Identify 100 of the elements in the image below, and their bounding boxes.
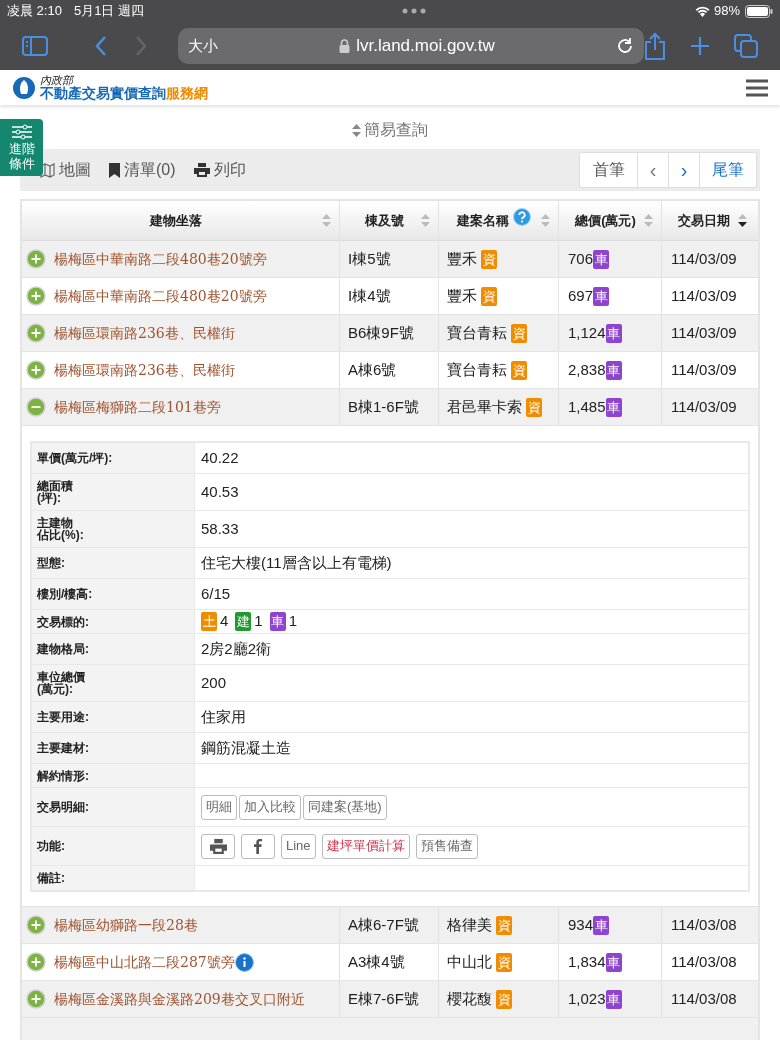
table-cell-text: 706 xyxy=(568,248,594,269)
detail-label: (萬元): xyxy=(37,683,73,695)
column-header[interactable]: 棟及號 xyxy=(365,210,404,231)
table-cell-text: 934 xyxy=(568,914,594,935)
forward-icon[interactable] xyxy=(133,35,148,57)
battery-percent: 98% xyxy=(713,2,740,21)
address-link[interactable]: 楊梅區金溪路與金溪路209巷交叉口附近 xyxy=(54,988,305,1010)
address-link[interactable]: 楊梅區環南路236巷、民權街 xyxy=(54,322,235,344)
address-link[interactable]: 楊梅區中華南路二段480巷20號旁 xyxy=(54,248,267,270)
expand-icon[interactable] xyxy=(26,915,46,935)
table-cell-text: 豐禾 xyxy=(447,285,477,306)
action-button[interactable]: Line xyxy=(281,833,316,859)
detail-value: 住宅大樓(11層含以上有電梯) xyxy=(201,552,392,573)
table-cell-text: 格律美 xyxy=(447,914,492,935)
detail-label: 主要建材: xyxy=(37,742,89,754)
detail-label: 佔比(%): xyxy=(37,529,84,541)
tag-count: 1 xyxy=(254,611,263,632)
address-link[interactable]: 楊梅區中山北路二段287號旁 xyxy=(54,951,235,973)
detail-label: 交易標的: xyxy=(37,615,89,628)
detail-label: 主要用途: xyxy=(37,711,89,723)
info-icon[interactable] xyxy=(234,952,254,972)
badge: 資 xyxy=(511,323,527,343)
detail-value: 58.33 xyxy=(201,518,239,539)
table-cell-text: 櫻花馥 xyxy=(447,988,492,1009)
status-date: 5月1日 週四 xyxy=(73,2,144,21)
sidebar-icon[interactable] xyxy=(22,36,48,56)
column-header[interactable]: 建物坐落 xyxy=(150,210,202,231)
badge: 資 xyxy=(496,952,512,972)
plus-icon[interactable] xyxy=(690,36,711,56)
address-bar[interactable]: 大小 lvr.land.moi.gov.tw xyxy=(177,28,645,64)
advanced-filter-tab[interactable]: 進階條件 xyxy=(0,119,43,176)
reload-icon[interactable] xyxy=(616,37,635,55)
detail-label: 樓別/樓高: xyxy=(37,588,93,600)
detail-label: 主建物 xyxy=(37,517,74,529)
action-button[interactable]: 預售備查 xyxy=(415,833,478,859)
tag-count: 1 xyxy=(288,611,298,632)
badge: 車 xyxy=(605,323,622,343)
table-cell-text: 114/03/09 xyxy=(671,396,737,417)
share-icon[interactable] xyxy=(644,32,667,60)
action-button[interactable]: 加入比較 xyxy=(239,794,301,820)
table-cell-text: 豐禾 xyxy=(447,248,477,269)
expand-icon[interactable] xyxy=(26,323,46,343)
table-cell-text: 寶台青耘 xyxy=(447,359,507,380)
table-cell-text: 114/03/09 xyxy=(671,248,737,269)
badge: 資 xyxy=(526,397,542,417)
address-link[interactable]: 楊梅區幼獅路一段28巷 xyxy=(54,914,198,936)
prev-page-button[interactable]: ‹ xyxy=(637,153,668,187)
more-dots-icon xyxy=(402,8,426,14)
sort-icon[interactable] xyxy=(738,214,747,227)
detail-value: 住家用 xyxy=(201,706,246,727)
facebook-icon xyxy=(254,838,262,854)
address-link[interactable]: 楊梅區梅獅路二段101巷旁 xyxy=(54,396,221,418)
simple-query-toggle[interactable]: 簡易查詢 xyxy=(352,118,428,142)
table-cell-text: E棟7-6F號 xyxy=(348,988,419,1009)
print-button[interactable] xyxy=(201,833,235,859)
action-button[interactable]: 明細 xyxy=(201,794,237,820)
facebook-button[interactable] xyxy=(241,833,275,859)
expand-icon[interactable] xyxy=(26,952,46,972)
table-cell-text: 寶台青耘 xyxy=(447,322,507,343)
column-header[interactable]: 交易日期 xyxy=(678,210,730,231)
tag-badge: 車 xyxy=(269,612,286,631)
address-link[interactable]: 楊梅區環南路236巷、民權街 xyxy=(54,359,235,381)
table-cell-text: B6棟9F號 xyxy=(348,322,414,343)
collapse-icon[interactable] xyxy=(26,397,46,417)
table-cell-text: 君邑畢卡索 xyxy=(447,396,522,417)
wifi-icon xyxy=(694,5,710,17)
calc-button[interactable]: 建坪單價計算 xyxy=(321,833,410,859)
detail-label: 總面積 xyxy=(37,480,73,492)
expand-icon[interactable] xyxy=(26,249,46,269)
table-cell-text: I棟4號 xyxy=(348,285,391,306)
expand-icon[interactable] xyxy=(26,286,46,306)
next-page-button[interactable]: › xyxy=(668,153,699,187)
list-button[interactable]: 清單(0) xyxy=(109,158,176,182)
help-icon[interactable] xyxy=(513,207,531,226)
detail-value: 40.22 xyxy=(201,447,239,468)
first-page-button[interactable]: 首筆 xyxy=(580,153,637,187)
address-link[interactable]: 楊梅區中華南路二段480巷20號旁 xyxy=(54,285,267,307)
expand-icon[interactable] xyxy=(26,360,46,380)
print-button[interactable]: 列印 xyxy=(193,158,246,182)
badge: 車 xyxy=(605,360,622,380)
badge: 資 xyxy=(496,989,512,1009)
bookmark-icon xyxy=(109,162,120,178)
table-cell-text: 697 xyxy=(568,285,594,306)
tabs-icon[interactable] xyxy=(734,34,758,58)
back-icon[interactable] xyxy=(93,35,108,57)
menu-icon[interactable] xyxy=(746,78,768,97)
printer-icon xyxy=(209,838,227,854)
action-button[interactable]: 同建案(基地) xyxy=(303,794,387,820)
last-page-button[interactable]: 尾筆 xyxy=(699,153,756,187)
map-button[interactable]: 地圖 xyxy=(40,158,91,182)
text-size-button[interactable]: 大小 xyxy=(187,34,218,58)
table-cell-text: 114/03/08 xyxy=(671,988,737,1009)
badge: 車 xyxy=(593,915,610,935)
detail-label: (坪): xyxy=(37,492,61,504)
column-header[interactable]: 總價(萬元) xyxy=(575,210,636,231)
table-cell-text: A3棟4號 xyxy=(348,951,405,972)
table-cell-text: 114/03/09 xyxy=(671,322,737,343)
expand-icon[interactable] xyxy=(26,989,46,1009)
site-title-suffix: 服務網 xyxy=(166,86,208,100)
column-header[interactable]: 建案名稱 xyxy=(457,210,509,231)
